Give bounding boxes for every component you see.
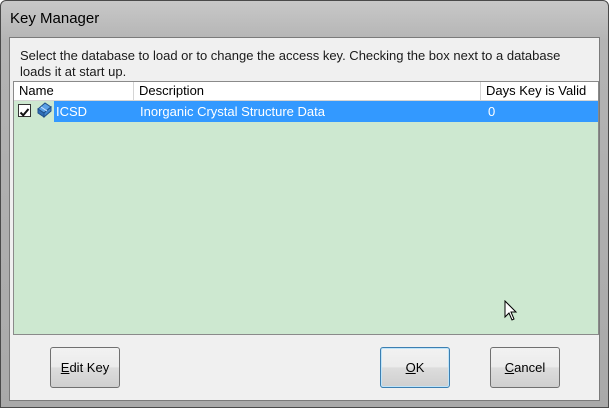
column-header-days-key-valid[interactable]: Days Key is Valid bbox=[481, 82, 598, 100]
cell-name: ICSD bbox=[56, 104, 88, 119]
edit-key-label: dit Key bbox=[69, 360, 110, 375]
column-header-description[interactable]: Description bbox=[134, 82, 481, 100]
database-icon bbox=[37, 102, 52, 119]
ok-button[interactable]: OK bbox=[380, 347, 450, 388]
list-header: Name Description Days Key is Valid bbox=[14, 82, 598, 101]
column-header-name[interactable]: Name bbox=[14, 82, 134, 100]
key-manager-window: Key Manager Select the database to load … bbox=[0, 0, 609, 408]
cell-description: Inorganic Crystal Structure Data bbox=[140, 104, 325, 119]
ok-mnemonic: O bbox=[405, 360, 416, 375]
load-at-startup-checkbox[interactable] bbox=[18, 104, 31, 117]
title-bar[interactable]: Key Manager bbox=[1, 1, 608, 37]
list-item-icsd[interactable]: ICSD Inorganic Crystal Structure Data 0 bbox=[14, 101, 598, 122]
checkmark-icon bbox=[19, 108, 30, 117]
selected-row-highlight bbox=[54, 101, 598, 122]
mouse-pointer-icon bbox=[504, 300, 518, 321]
edit-key-mnemonic: E bbox=[60, 360, 70, 375]
ok-label: K bbox=[415, 360, 425, 375]
instruction-text: Select the database to load or to change… bbox=[20, 48, 561, 79]
cancel-mnemonic: C bbox=[504, 360, 515, 375]
cancel-label: ancel bbox=[514, 360, 546, 375]
cell-days-key-valid: 0 bbox=[488, 104, 496, 119]
window-title: Key Manager bbox=[10, 10, 100, 27]
database-list[interactable]: Name Description Days Key is Valid ICSD … bbox=[13, 81, 599, 335]
edit-key-button[interactable]: Edit Key bbox=[50, 347, 120, 388]
cancel-button[interactable]: Cancel bbox=[490, 347, 560, 388]
dialog-client-area: Select the database to load or to change… bbox=[9, 37, 600, 401]
